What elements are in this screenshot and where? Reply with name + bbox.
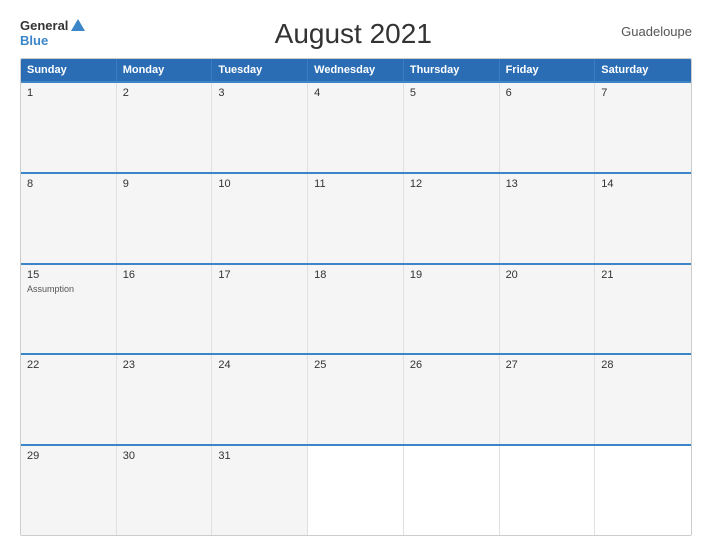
header-day-tuesday: Tuesday [212, 59, 308, 81]
day-number: 5 [410, 87, 493, 99]
logo-triangle-icon [71, 19, 85, 31]
calendar-cell: 4 [308, 83, 404, 172]
day-number: 16 [123, 269, 206, 281]
calendar-cell [308, 446, 404, 535]
header-day-saturday: Saturday [595, 59, 691, 81]
calendar-cell: 2 [117, 83, 213, 172]
day-number: 3 [218, 87, 301, 99]
day-number: 31 [218, 450, 301, 462]
calendar-cell: 26 [404, 355, 500, 444]
day-number: 10 [218, 178, 301, 190]
calendar-cell: 20 [500, 265, 596, 354]
day-number: 15 [27, 269, 110, 281]
calendar-cell: 15 Assumption [21, 265, 117, 354]
calendar-cell: 23 [117, 355, 213, 444]
day-number: 24 [218, 359, 301, 371]
calendar-cell: 18 [308, 265, 404, 354]
calendar-cell [595, 446, 691, 535]
day-number: 30 [123, 450, 206, 462]
calendar-cell: 25 [308, 355, 404, 444]
calendar-cell: 22 [21, 355, 117, 444]
day-number: 8 [27, 178, 110, 190]
day-number: 21 [601, 269, 685, 281]
day-number: 9 [123, 178, 206, 190]
calendar-cell [500, 446, 596, 535]
day-number: 20 [506, 269, 589, 281]
day-number: 28 [601, 359, 685, 371]
day-number: 27 [506, 359, 589, 371]
page-header: General Blue August 2021 Guadeloupe [20, 18, 692, 50]
header-day-monday: Monday [117, 59, 213, 81]
calendar-cell: 24 [212, 355, 308, 444]
calendar-cell: 9 [117, 174, 213, 263]
calendar-cell: 31 [212, 446, 308, 535]
calendar-cell: 8 [21, 174, 117, 263]
day-number: 22 [27, 359, 110, 371]
calendar-cell: 29 [21, 446, 117, 535]
calendar-cell: 1 [21, 83, 117, 172]
calendar-cell: 14 [595, 174, 691, 263]
calendar-cell: 3 [212, 83, 308, 172]
week-row-2: 8 9 10 11 12 13 14 [21, 172, 691, 263]
day-number: 4 [314, 87, 397, 99]
calendar-cell: 16 [117, 265, 213, 354]
calendar-body: 123456789101112131415Assumption161718192… [21, 81, 691, 535]
day-number: 23 [123, 359, 206, 371]
day-number: 18 [314, 269, 397, 281]
logo-blue: Blue [20, 33, 48, 48]
day-number: 6 [506, 87, 589, 99]
calendar-cell [404, 446, 500, 535]
day-number: 19 [410, 269, 493, 281]
month-title: August 2021 [85, 18, 621, 50]
day-number: 25 [314, 359, 397, 371]
day-number: 12 [410, 178, 493, 190]
logo: General Blue [20, 18, 85, 48]
day-number: 7 [601, 87, 685, 99]
day-number: 13 [506, 178, 589, 190]
calendar-cell: 7 [595, 83, 691, 172]
week-row-3: 15 Assumption 16 17 18 19 20 21 [21, 263, 691, 354]
day-number: 11 [314, 178, 397, 190]
day-number: 29 [27, 450, 110, 462]
calendar-cell: 12 [404, 174, 500, 263]
header-day-thursday: Thursday [404, 59, 500, 81]
day-number: 17 [218, 269, 301, 281]
day-number: 2 [123, 87, 206, 99]
day-number: 26 [410, 359, 493, 371]
calendar-cell: 27 [500, 355, 596, 444]
week-row-4: 22 23 24 25 26 27 28 [21, 353, 691, 444]
calendar-cell: 21 [595, 265, 691, 354]
week-row-5: 29 30 31 [21, 444, 691, 535]
calendar-cell: 30 [117, 446, 213, 535]
logo-general: General [20, 18, 68, 33]
calendar-cell: 6 [500, 83, 596, 172]
calendar-grid: SundayMondayTuesdayWednesdayThursdayFrid… [20, 58, 692, 536]
calendar-cell: 17 [212, 265, 308, 354]
day-number: 14 [601, 178, 685, 190]
week-row-1: 1234567 [21, 81, 691, 172]
calendar-cell: 13 [500, 174, 596, 263]
header-day-wednesday: Wednesday [308, 59, 404, 81]
calendar-cell: 10 [212, 174, 308, 263]
day-number: 1 [27, 87, 110, 99]
calendar-page: General Blue August 2021 Guadeloupe Sund… [0, 0, 712, 550]
calendar-header: SundayMondayTuesdayWednesdayThursdayFrid… [21, 59, 691, 81]
holiday-label: Assumption [27, 284, 110, 294]
calendar-cell: 5 [404, 83, 500, 172]
header-day-sunday: Sunday [21, 59, 117, 81]
calendar-cell: 19 [404, 265, 500, 354]
header-day-friday: Friday [500, 59, 596, 81]
calendar-cell: 11 [308, 174, 404, 263]
calendar-cell: 28 [595, 355, 691, 444]
country-label: Guadeloupe [621, 18, 692, 39]
